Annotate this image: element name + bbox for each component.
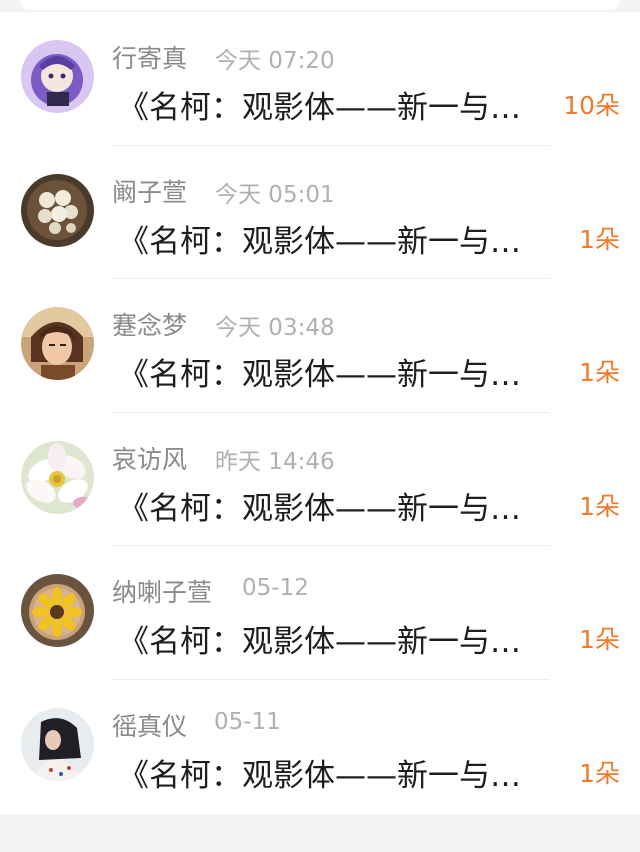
girl-photo-avatar-icon	[21, 707, 94, 781]
avatar[interactable]	[21, 707, 94, 781]
timestamp: 05-11	[214, 708, 281, 735]
flower-count: 1朵	[579, 491, 620, 521]
page: 行寄真 今天 07:20 《名柯：观影体——新一与柯南》 10朵 阚子萱 今天 …	[0, 0, 640, 852]
book-title-link[interactable]: 《名柯：观影体——新一与柯南》	[118, 616, 548, 661]
book-title-link[interactable]: 《名柯：观影体——新一与柯南》	[118, 82, 548, 127]
book-title-link[interactable]: 《名柯：观影体——新一与柯南》	[118, 216, 548, 261]
book-title-link[interactable]: 《名柯：观影体——新一与柯南》	[118, 483, 548, 528]
flower-count: 1朵	[579, 224, 620, 254]
anime-purple-avatar-icon	[21, 40, 94, 113]
book-title-link[interactable]: 《名柯：观影体——新一与柯南》	[118, 349, 548, 394]
flower-count: 1朵	[579, 358, 620, 387]
user-name: 阚子萱	[112, 177, 188, 207]
avatar[interactable]	[21, 440, 94, 514]
timestamp: 今天 07:20	[215, 48, 335, 74]
flower-count: 1朵	[579, 625, 620, 654]
top-card-edge	[20, 0, 620, 10]
flower-count: 10朵	[563, 91, 620, 120]
user-name: 徭真仪	[112, 711, 188, 741]
timestamp: 昨天 14:46	[215, 448, 335, 475]
avatar[interactable]	[21, 307, 94, 380]
gift-list: 行寄真 今天 07:20 《名柯：观影体——新一与柯南》 10朵 阚子萱 今天 …	[0, 12, 640, 814]
anime-man-avatar-icon	[21, 307, 94, 380]
timestamp: 今天 05:01	[215, 181, 335, 208]
user-name: 蹇念梦	[112, 311, 188, 340]
list-item[interactable]: 哀访风 昨天 14:46 《名柯：观影体——新一与柯南》 1朵	[0, 413, 640, 546]
list-item[interactable]: 阚子萱 今天 05:01 《名柯：观影体——新一与柯南》 1朵	[0, 146, 640, 279]
timestamp: 05-12	[242, 575, 309, 601]
list-item[interactable]: 行寄真 今天 07:20 《名柯：观影体——新一与柯南》 10朵	[0, 12, 640, 146]
pearls-avatar-icon	[21, 173, 94, 247]
sunflower-avatar-icon	[21, 574, 94, 647]
list-item[interactable]: 徭真仪 05-11 《名柯：观影体——新一与柯南》 1朵	[0, 680, 640, 814]
user-name: 纳喇子萱	[112, 578, 213, 607]
timestamp: 今天 03:48	[215, 315, 335, 341]
avatar[interactable]	[21, 173, 94, 247]
list-item[interactable]: 蹇念梦 今天 03:48 《名柯：观影体——新一与柯南》 1朵	[0, 279, 640, 413]
book-title-link[interactable]: 《名柯：观影体——新一与柯南》	[118, 750, 548, 795]
user-name: 哀访风	[112, 444, 188, 474]
cosmos-flower-avatar-icon	[21, 440, 94, 514]
user-name: 行寄真	[112, 44, 188, 73]
list-item[interactable]: 纳喇子萱 05-12 《名柯：观影体——新一与柯南》 1朵	[0, 546, 640, 680]
flower-count: 1朵	[579, 758, 620, 788]
avatar[interactable]	[21, 574, 94, 647]
avatar[interactable]	[21, 40, 94, 113]
